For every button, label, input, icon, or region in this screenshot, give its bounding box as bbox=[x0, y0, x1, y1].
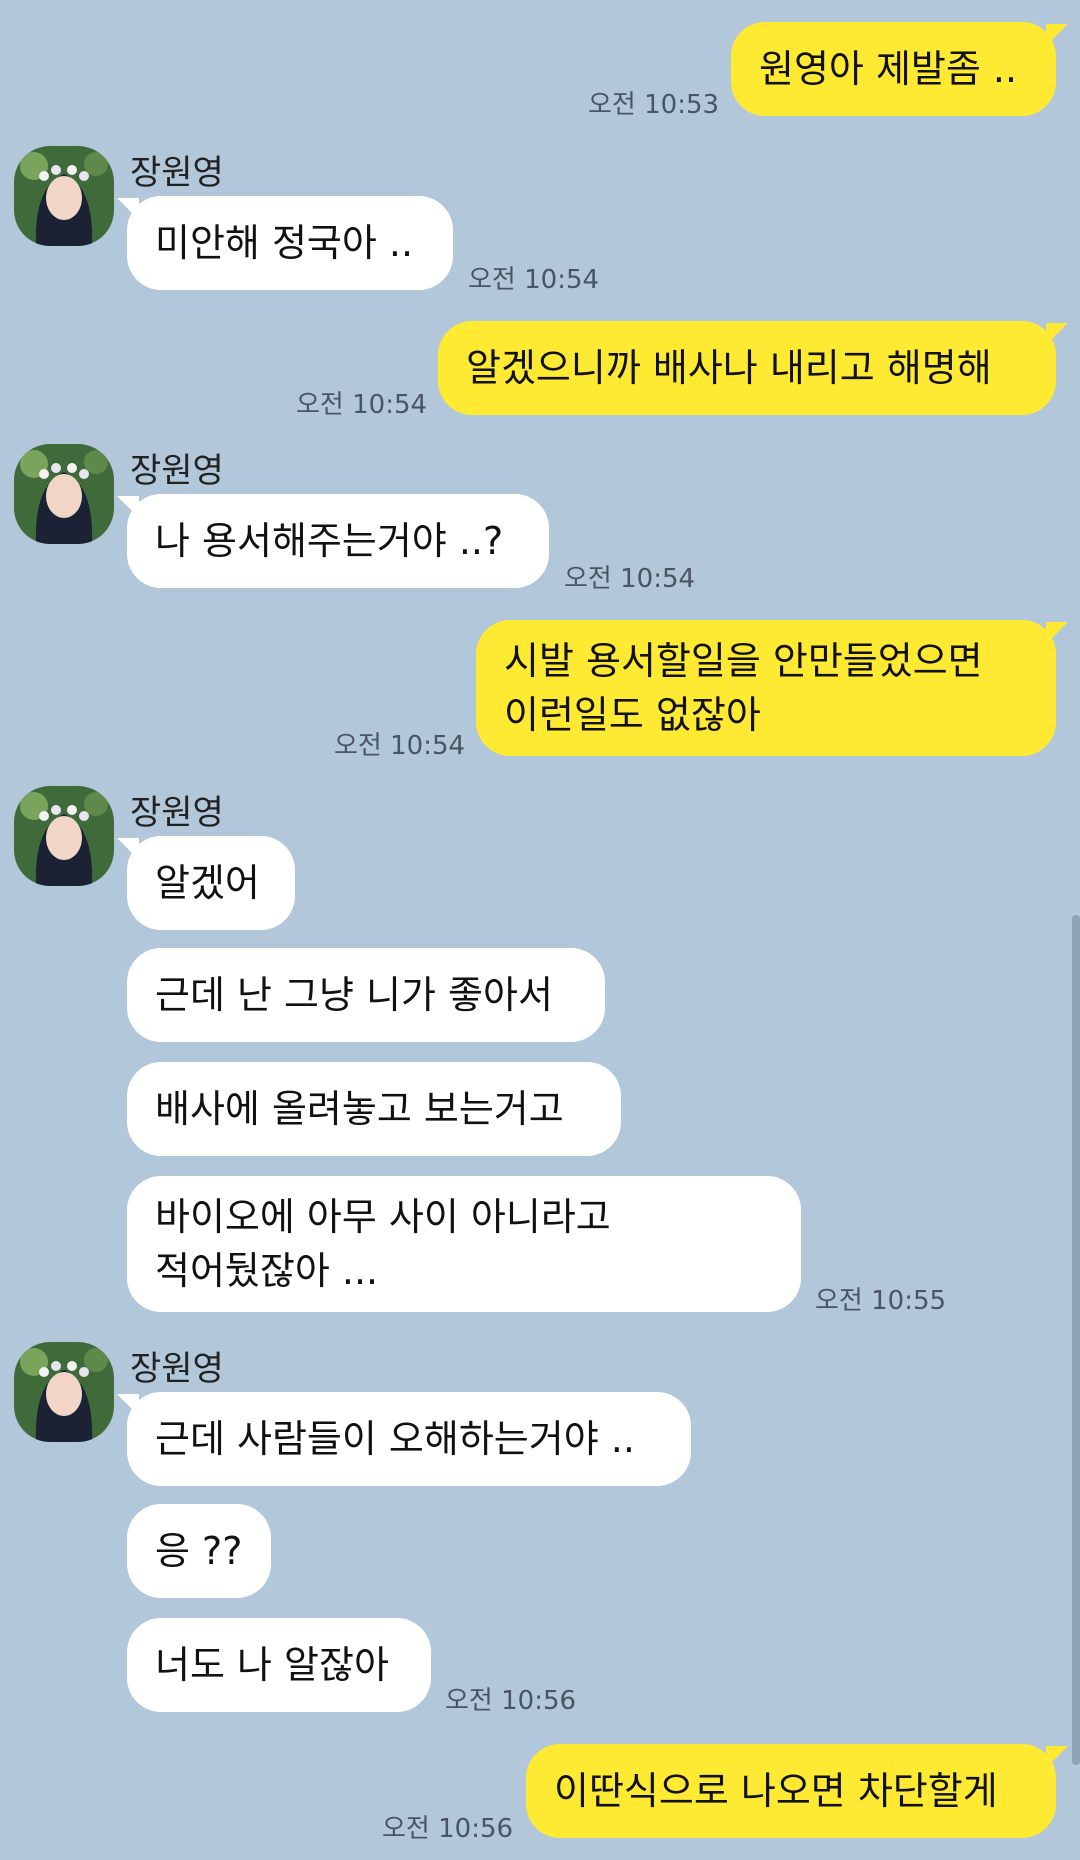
message-time: 오전 10:56 bbox=[382, 1814, 514, 1844]
message-text: 배사에 올려놓고 보는거고 bbox=[155, 1087, 564, 1131]
message-text: 바이오에 아무 사이 아니라고 적어뒀잖아 ... bbox=[155, 1195, 611, 1293]
my-message-bubble[interactable]: 알겠으니까 배사나 내리고 해명해 bbox=[438, 321, 1056, 415]
contact-avatar[interactable] bbox=[14, 786, 114, 886]
avatar-image bbox=[14, 146, 114, 246]
my-message-bubble[interactable]: 시발 용서할일을 안만들었으면 이런일도 없잖아 bbox=[476, 620, 1056, 756]
message-text: 근데 난 그냥 니가 좋아서 bbox=[155, 973, 553, 1017]
message-text: 이딴식으로 나오면 차단할게 bbox=[554, 1769, 998, 1813]
message-text: 나 용서해주는거야 ..? bbox=[155, 519, 504, 563]
message-text: 알겠어 bbox=[155, 861, 260, 905]
message-time: 오전 10:54 bbox=[468, 265, 600, 295]
message-time: 오전 10:55 bbox=[815, 1286, 947, 1316]
their-message-bubble[interactable]: 나 용서해주는거야 ..? bbox=[127, 494, 549, 588]
bubble-tail bbox=[117, 496, 139, 518]
bubble-tail bbox=[117, 198, 139, 220]
avatar-image bbox=[14, 786, 114, 886]
avatar-image bbox=[14, 1342, 114, 1442]
bubble-tail bbox=[1046, 24, 1068, 46]
contact-avatar[interactable] bbox=[14, 146, 114, 246]
my-message-bubble[interactable]: 이딴식으로 나오면 차단할게 bbox=[526, 1744, 1056, 1838]
avatar-image bbox=[14, 444, 114, 544]
their-message-bubble[interactable]: 미안해 정국아 .. bbox=[127, 196, 453, 290]
contact-name: 장원영 bbox=[130, 1349, 224, 1389]
bubble-tail bbox=[117, 838, 139, 860]
their-message-bubble[interactable]: 바이오에 아무 사이 아니라고 적어뒀잖아 ... bbox=[127, 1176, 801, 1312]
message-text: 미안해 정국아 .. bbox=[155, 221, 414, 265]
message-text: 너도 나 알잖아 bbox=[155, 1643, 389, 1687]
message-time: 오전 10:54 bbox=[564, 564, 696, 594]
message-time: 오전 10:54 bbox=[334, 731, 466, 761]
contact-name: 장원영 bbox=[130, 153, 224, 193]
message-text: 알겠으니까 배사나 내리고 해명해 bbox=[466, 346, 992, 390]
message-time: 오전 10:53 bbox=[588, 90, 720, 120]
message-time: 오전 10:54 bbox=[296, 390, 428, 420]
message-text: 응 ?? bbox=[155, 1529, 243, 1573]
contact-name: 장원영 bbox=[130, 793, 224, 833]
scrollbar[interactable] bbox=[1072, 915, 1080, 1765]
their-message-bubble[interactable]: 너도 나 알잖아 bbox=[127, 1618, 431, 1712]
their-message-bubble[interactable]: 배사에 올려놓고 보는거고 bbox=[127, 1062, 621, 1156]
bubble-tail bbox=[1046, 622, 1068, 644]
message-text: 시발 용서할일을 안만들었으면 이런일도 없잖아 bbox=[504, 639, 983, 737]
my-message-bubble[interactable]: 원영아 제발좀 .. bbox=[731, 22, 1056, 116]
contact-avatar[interactable] bbox=[14, 1342, 114, 1442]
contact-avatar[interactable] bbox=[14, 444, 114, 544]
message-time: 오전 10:56 bbox=[445, 1686, 577, 1716]
contact-name: 장원영 bbox=[130, 451, 224, 491]
their-message-bubble[interactable]: 근데 난 그냥 니가 좋아서 bbox=[127, 948, 605, 1042]
their-message-bubble[interactable]: 응 ?? bbox=[127, 1504, 271, 1598]
bubble-tail bbox=[1046, 323, 1068, 345]
bubble-tail bbox=[117, 1394, 139, 1416]
bubble-tail bbox=[1046, 1746, 1068, 1768]
message-text: 원영아 제발좀 .. bbox=[759, 47, 1018, 91]
their-message-bubble[interactable]: 알겠어 bbox=[127, 836, 295, 930]
message-text: 근데 사람들이 오해하는거야 .. bbox=[155, 1417, 635, 1461]
their-message-bubble[interactable]: 근데 사람들이 오해하는거야 .. bbox=[127, 1392, 691, 1486]
